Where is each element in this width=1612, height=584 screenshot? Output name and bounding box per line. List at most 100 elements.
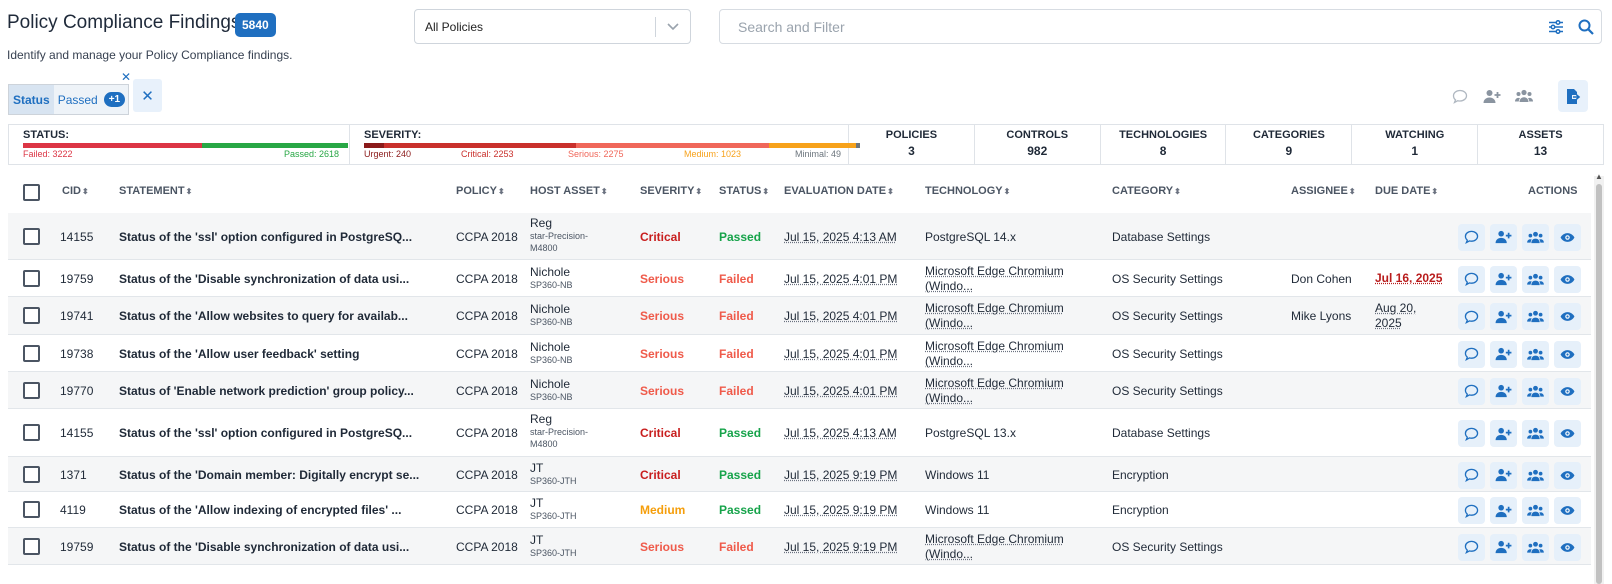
row-checkbox[interactable] (23, 465, 40, 483)
host-asset-cell[interactable]: Reg star-Precision-M4800 (530, 412, 600, 450)
table-row[interactable]: 19770 Status of 'Enable network predictio… (8, 372, 1591, 409)
select-all-checkbox[interactable] (23, 184, 40, 201)
host-asset-cell[interactable]: JT SP360-JTH (530, 533, 600, 559)
col-cid[interactable]: CID⬍ (62, 185, 89, 197)
assign-group-button[interactable] (1522, 533, 1549, 561)
comment-button[interactable] (1458, 303, 1485, 330)
comment-button[interactable] (1458, 223, 1485, 251)
remove-chip-icon[interactable]: ✕ (121, 70, 131, 84)
filter-sliders-icon[interactable] (1541, 19, 1571, 34)
col-policy[interactable]: POLICY⬍ (456, 185, 505, 197)
scrollbar-thumb[interactable] (1596, 184, 1602, 584)
search-icon[interactable] (1571, 19, 1601, 35)
row-checkbox[interactable] (23, 381, 40, 399)
host-asset-cell[interactable]: Nichole SP360-NB (530, 265, 600, 291)
statement-link[interactable]: Status of the 'Allow indexing of encrypt… (119, 503, 401, 517)
search-bar[interactable]: Search and Filter (719, 9, 1602, 44)
metric-technologies[interactable]: TECHNOLOGIES 8 (1101, 125, 1227, 164)
assign-group-button[interactable] (1522, 497, 1549, 524)
host-asset-cell[interactable]: Nichole SP360-NB (530, 377, 600, 403)
metric-watching[interactable]: WATCHING 1 (1352, 125, 1479, 164)
clear-filters-button[interactable]: ✕ (133, 79, 162, 112)
statement-link[interactable]: Status of the 'Disable synchronization o… (119, 272, 409, 286)
filter-chip-more-badge[interactable]: +1 (103, 92, 126, 107)
row-checkbox[interactable] (23, 501, 40, 518)
view-button[interactable] (1554, 497, 1581, 524)
statement-link[interactable]: Status of the 'Domain member: Digitally … (119, 468, 419, 482)
statement-link[interactable]: Status of the 'Allow websites to query f… (119, 309, 408, 323)
table-row[interactable]: 14155 Status of the 'ssl' option configur… (8, 213, 1591, 260)
policy-select[interactable]: All Policies (414, 9, 691, 44)
metric-categories[interactable]: CATEGORIES 9 (1226, 125, 1353, 164)
comment-button[interactable] (1458, 497, 1485, 524)
status-filter-chip[interactable]: Status Passed +1 (8, 84, 129, 115)
row-checkbox[interactable] (23, 424, 40, 441)
col-category[interactable]: CATEGORY⬍ (1112, 185, 1181, 197)
search-input[interactable]: Search and Filter (720, 19, 1541, 35)
assign-user-button[interactable] (1477, 80, 1507, 112)
comment-button[interactable] (1458, 265, 1485, 293)
comment-button[interactable] (1445, 80, 1475, 112)
comment-button[interactable] (1458, 533, 1485, 561)
table-row[interactable]: 19738 Status of the 'Allow user feedback'… (8, 335, 1591, 372)
col-statement[interactable]: STATEMENT⬍ (119, 185, 192, 197)
view-button[interactable] (1554, 303, 1581, 330)
row-checkbox[interactable] (23, 537, 40, 555)
assign-user-button[interactable] (1490, 497, 1517, 524)
comment-button[interactable] (1458, 377, 1485, 405)
table-row[interactable]: 14155 Status of the 'ssl' option configur… (8, 409, 1591, 457)
statement-link[interactable]: Status of the 'ssl' option configured in… (119, 230, 412, 244)
severity-summary[interactable]: SEVERITY: Urgent: 240 Critical: 2253 Ser… (350, 125, 860, 164)
statement-link[interactable]: Status of the 'Disable synchronization o… (119, 540, 409, 554)
comment-button[interactable] (1458, 340, 1485, 368)
assign-group-button[interactable] (1522, 461, 1549, 489)
view-button[interactable] (1554, 461, 1581, 489)
statement-link[interactable]: Status of the 'ssl' option configured in… (119, 426, 412, 440)
col-due-date[interactable]: DUE DATE⬍ (1375, 185, 1438, 197)
assign-group-button[interactable] (1522, 265, 1549, 293)
view-button[interactable] (1554, 420, 1581, 447)
host-asset-cell[interactable]: JT SP360-JTH (530, 496, 600, 522)
row-checkbox[interactable] (23, 307, 40, 324)
assign-user-button[interactable] (1490, 461, 1517, 489)
statement-link[interactable]: Status of 'Enable network prediction' gr… (119, 384, 414, 398)
table-row[interactable]: 4119 Status of the 'Allow indexing of enc… (8, 492, 1591, 528)
assign-user-button[interactable] (1490, 303, 1517, 330)
col-evaluation-date[interactable]: EVALUATION DATE⬍ (784, 185, 894, 197)
assign-user-button[interactable] (1490, 265, 1517, 293)
assign-group-button[interactable] (1522, 377, 1549, 405)
col-host-asset[interactable]: HOST ASSET⬍ (530, 185, 608, 197)
chevron-down-icon[interactable] (656, 22, 690, 31)
view-button[interactable] (1554, 340, 1581, 368)
metric-controls[interactable]: CONTROLS 982 (975, 125, 1101, 164)
view-button[interactable] (1554, 377, 1581, 405)
host-asset-cell[interactable]: Nichole SP360-NB (530, 302, 600, 328)
assign-group-button[interactable] (1522, 340, 1549, 368)
metric-assets[interactable]: ASSETS 13 (1478, 125, 1603, 164)
comment-button[interactable] (1458, 461, 1485, 489)
col-status[interactable]: STATUS⬍ (719, 185, 769, 197)
assign-group-button[interactable] (1522, 420, 1549, 447)
row-checkbox[interactable] (23, 344, 40, 362)
col-assignee[interactable]: ASSIGNEE⬍ (1291, 185, 1356, 197)
assign-group-button[interactable] (1509, 80, 1539, 112)
assign-user-button[interactable] (1490, 533, 1517, 561)
scroll-up-arrow[interactable]: ▲ (1594, 172, 1604, 181)
assign-user-button[interactable] (1490, 223, 1517, 251)
col-technology[interactable]: TECHNOLOGY⬍ (925, 185, 1010, 197)
table-row[interactable]: 1371 Status of the 'Domain member: Digita… (8, 457, 1591, 492)
metric-policies[interactable]: POLICIES 3 (849, 125, 975, 164)
view-button[interactable] (1554, 223, 1581, 251)
assign-group-button[interactable] (1522, 223, 1549, 251)
row-checkbox[interactable] (23, 269, 40, 287)
status-summary[interactable]: STATUS: Failed: 3222 Passed: 2618 (9, 125, 350, 164)
export-button[interactable] (1558, 80, 1588, 112)
assign-user-button[interactable] (1490, 340, 1517, 368)
assign-user-button[interactable] (1490, 377, 1517, 405)
table-row[interactable]: 19759 Status of the 'Disable synchronizat… (8, 260, 1591, 297)
host-asset-cell[interactable]: Nichole SP360-NB (530, 340, 600, 366)
assign-user-button[interactable] (1490, 420, 1517, 447)
row-checkbox[interactable] (23, 227, 40, 245)
view-button[interactable] (1554, 265, 1581, 293)
host-asset-cell[interactable]: Reg star-Precision-M4800 (530, 216, 600, 254)
